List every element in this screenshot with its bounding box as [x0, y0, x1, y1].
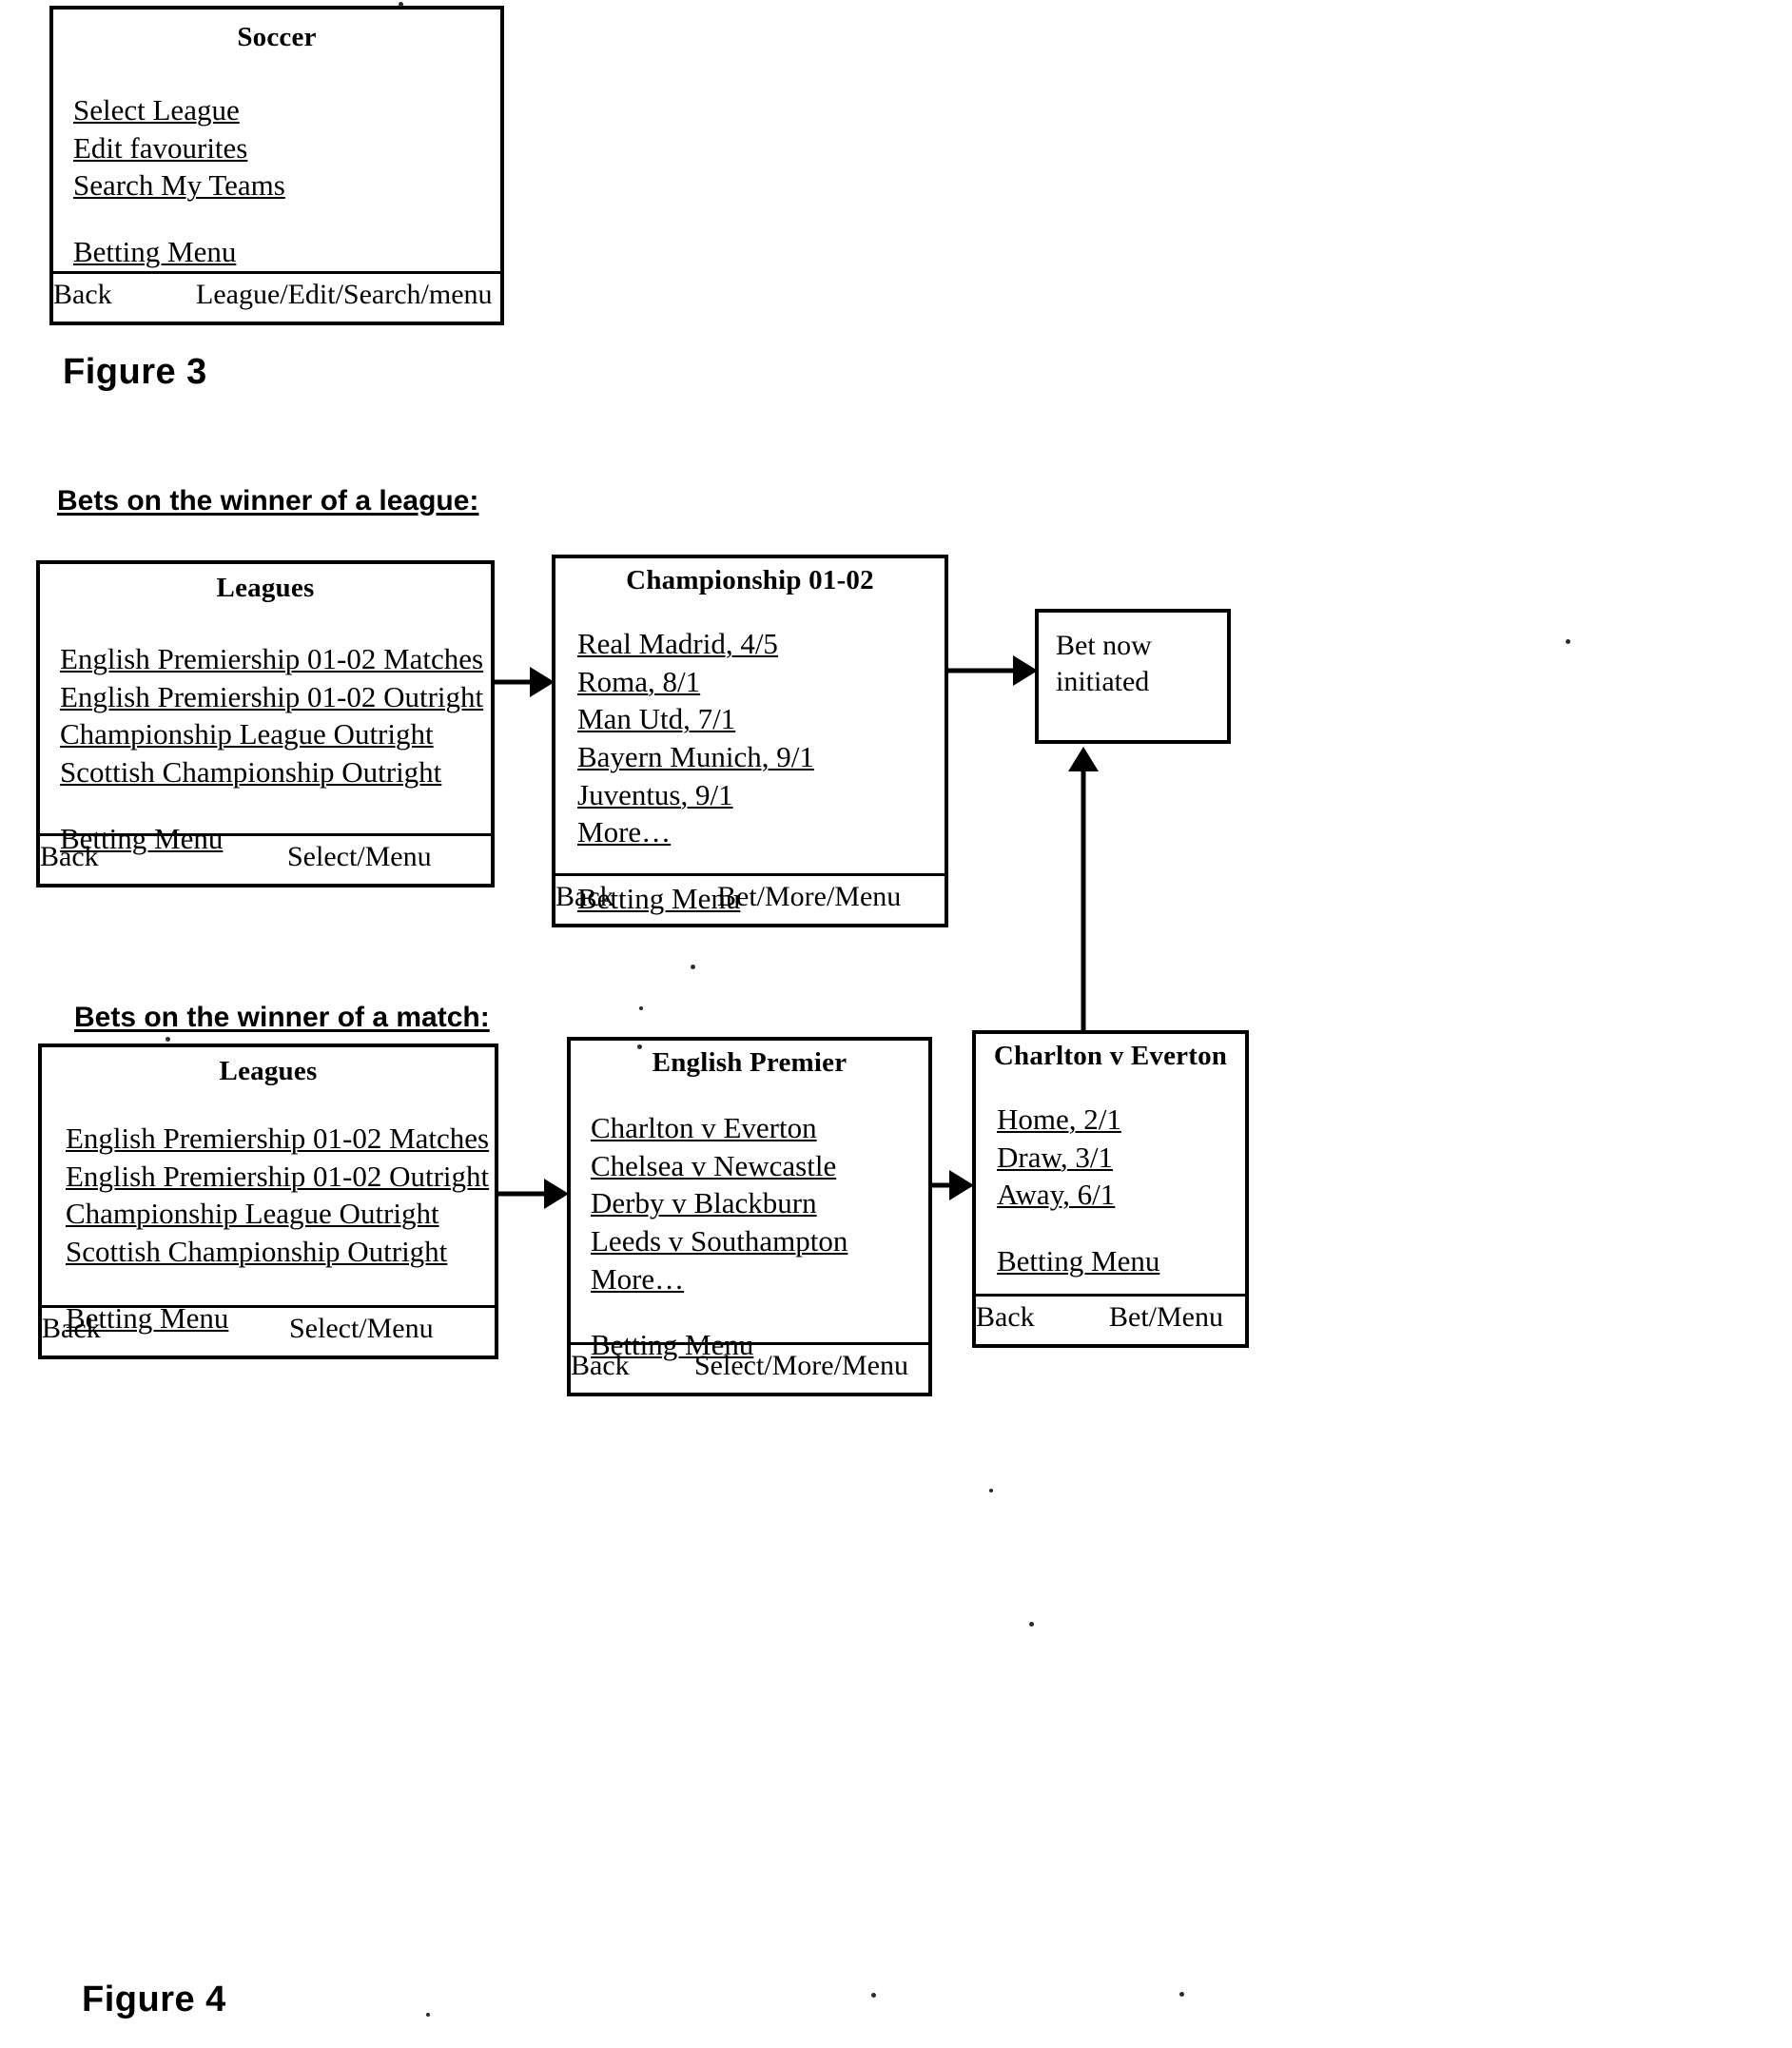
menu-item-scottish-championship-outright[interactable]: Scottish Championship Outright	[60, 753, 441, 791]
softkey-left-back[interactable]: Back	[571, 1349, 694, 1383]
screen-title: Leagues	[216, 573, 315, 603]
odds-item-more[interactable]: More…	[577, 813, 671, 851]
scan-speck	[637, 1044, 642, 1049]
scan-speck	[691, 965, 695, 969]
scan-speck	[426, 2013, 430, 2017]
figure-4-caption: Figure 4	[82, 1980, 226, 2019]
scan-speck	[871, 1993, 876, 1998]
odds-item-away[interactable]: Away, 6/1	[997, 1176, 1115, 1214]
bet-now-initiated-box: Bet now initiated	[1035, 609, 1231, 744]
odds-item-real-madrid[interactable]: Real Madrid, 4/5	[577, 625, 778, 663]
softkey-bar: Back Select/Menu	[40, 833, 491, 874]
menu-item-betting-menu[interactable]: Betting Menu	[73, 233, 236, 271]
match-odds-list: Home, 2/1 Draw, 3/1 Away, 6/1 Betting Me…	[997, 1101, 1245, 1280]
softkey-right-options[interactable]: Bet/More/Menu	[717, 880, 901, 914]
softkey-right-options[interactable]: Select/Menu	[287, 840, 432, 874]
figure-3-caption: Figure 3	[63, 352, 207, 392]
leagues-screen-mock-match: Leagues English Premiership 01-02 Matche…	[38, 1044, 498, 1359]
odds-item-man-utd[interactable]: Man Utd, 7/1	[577, 700, 735, 738]
championship-screen-mock: Championship 01-02 Real Madrid, 4/5 Roma…	[552, 555, 948, 927]
softkey-bar: Back Select/More/Menu	[571, 1342, 928, 1383]
softkey-left-back[interactable]: Back	[40, 840, 287, 874]
leagues-screen-mock-league: Leagues English Premiership 01-02 Matche…	[36, 560, 495, 887]
fixture-item-charlton-everton[interactable]: Charlton v Everton	[591, 1109, 817, 1147]
arrow-leagues-to-championship-icon	[494, 666, 555, 698]
fixture-item-more[interactable]: More…	[591, 1260, 684, 1298]
menu-item-select-league[interactable]: Select League	[73, 91, 240, 129]
scan-speck	[399, 2, 403, 7]
softkey-bar: Back Bet/Menu	[976, 1294, 1245, 1335]
softkey-bar: Back Select/Menu	[42, 1305, 495, 1346]
bet-now-line-2: initiated	[1056, 666, 1150, 698]
arrow-match-to-betnow-icon	[1067, 747, 1100, 1030]
softkey-right-options[interactable]: Select/More/Menu	[694, 1349, 908, 1383]
bet-now-line-1: Bet now	[1056, 630, 1152, 661]
leagues-menu-list: English Premiership 01-02 Matches Englis…	[66, 1120, 495, 1336]
softkey-right-options[interactable]: Select/Menu	[289, 1312, 434, 1346]
scan-speck	[1566, 639, 1570, 644]
odds-item-draw[interactable]: Draw, 3/1	[997, 1139, 1113, 1177]
odds-item-home[interactable]: Home, 2/1	[997, 1101, 1121, 1139]
fixtures-list: Charlton v Everton Chelsea v Newcastle D…	[591, 1109, 928, 1364]
scan-speck	[1029, 1622, 1034, 1627]
softkey-bar: Back League/Edit/Search/menu	[53, 271, 500, 312]
scan-speck	[639, 1006, 643, 1010]
menu-item-eng-prem-matches[interactable]: English Premiership 01-02 Matches	[60, 640, 483, 678]
screen-title: English Premier	[652, 1047, 847, 1078]
menu-item-search-my-teams[interactable]: Search My Teams	[73, 166, 285, 205]
fixture-item-chelsea-newcastle[interactable]: Chelsea v Newcastle	[591, 1147, 836, 1185]
scan-speck	[1179, 1992, 1184, 1997]
english-premier-screen-mock: English Premier Charlton v Everton Chels…	[567, 1037, 932, 1396]
menu-item-championship-league-outright[interactable]: Championship League Outright	[66, 1195, 439, 1233]
fixture-item-leeds-southampton[interactable]: Leeds v Southampton	[591, 1222, 847, 1260]
odds-item-juventus[interactable]: Juventus, 9/1	[577, 776, 733, 814]
charlton-v-everton-screen-mock: Charlton v Everton Home, 2/1 Draw, 3/1 A…	[972, 1030, 1249, 1348]
softkey-left-back[interactable]: Back	[976, 1300, 1109, 1335]
fixture-item-derby-blackburn[interactable]: Derby v Blackburn	[591, 1184, 817, 1222]
soccer-screen-mock: Soccer Select League Edit favourites Sea…	[49, 6, 504, 325]
odds-item-bayern-munich[interactable]: Bayern Munich, 9/1	[577, 738, 814, 776]
menu-item-scottish-championship-outright[interactable]: Scottish Championship Outright	[66, 1233, 447, 1271]
menu-item-edit-favourites[interactable]: Edit favourites	[73, 129, 247, 167]
menu-item-eng-prem-outright[interactable]: English Premiership 01-02 Outright	[66, 1158, 489, 1196]
scan-speck	[989, 1489, 993, 1492]
menu-item-championship-league-outright[interactable]: Championship League Outright	[60, 715, 434, 753]
menu-item-eng-prem-outright[interactable]: English Premiership 01-02 Outright	[60, 678, 483, 716]
arrow-leagues-to-english-premier-icon	[498, 1178, 569, 1210]
menu-item-eng-prem-matches[interactable]: English Premiership 01-02 Matches	[66, 1120, 489, 1158]
softkey-left-back[interactable]: Back	[42, 1312, 289, 1346]
softkey-right-options[interactable]: League/Edit/Search/menu	[196, 278, 493, 312]
softkey-right-options[interactable]: Bet/Menu	[1109, 1300, 1223, 1335]
section-heading-match-winner: Bets on the winner of a match:	[74, 1002, 490, 1033]
arrow-championship-to-betnow-icon	[948, 654, 1038, 687]
arrow-english-premier-to-match-icon	[932, 1169, 974, 1201]
soccer-menu-list: Select League Edit favourites Search My …	[73, 91, 500, 271]
screen-title: Championship 01-02	[626, 565, 874, 595]
softkey-bar: Back Bet/More/Menu	[555, 873, 945, 914]
menu-item-betting-menu[interactable]: Betting Menu	[997, 1242, 1159, 1280]
screen-title: Charlton v Everton	[993, 1041, 1228, 1071]
softkey-left-back[interactable]: Back	[53, 278, 196, 312]
leagues-menu-list: English Premiership 01-02 Matches Englis…	[60, 640, 491, 857]
scan-speck	[166, 1037, 170, 1042]
odds-item-roma[interactable]: Roma, 8/1	[577, 663, 700, 701]
section-heading-league-winner: Bets on the winner of a league:	[57, 485, 479, 517]
screen-title: Soccer	[237, 22, 317, 52]
softkey-left-back[interactable]: Back	[555, 880, 717, 914]
screen-title: Leagues	[219, 1056, 318, 1086]
